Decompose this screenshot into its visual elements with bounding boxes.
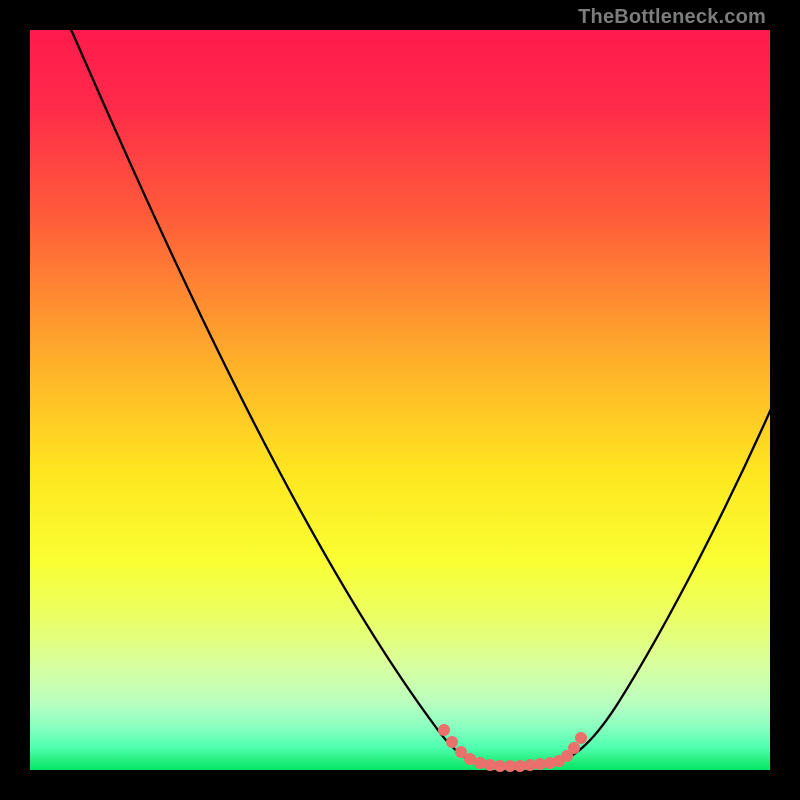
highlight-dots-group [438,724,587,772]
highlight-dot [474,757,486,769]
plot-area [30,30,770,770]
chart-frame: TheBottleneck.com [0,0,800,800]
curve-right [555,400,775,763]
highlight-dot [438,724,450,736]
source-label: TheBottleneck.com [578,6,766,29]
highlight-dot [568,742,580,754]
highlight-dot [575,732,587,744]
curve-overlay [30,30,770,770]
highlight-dot [446,736,458,748]
curve-left [66,18,486,765]
